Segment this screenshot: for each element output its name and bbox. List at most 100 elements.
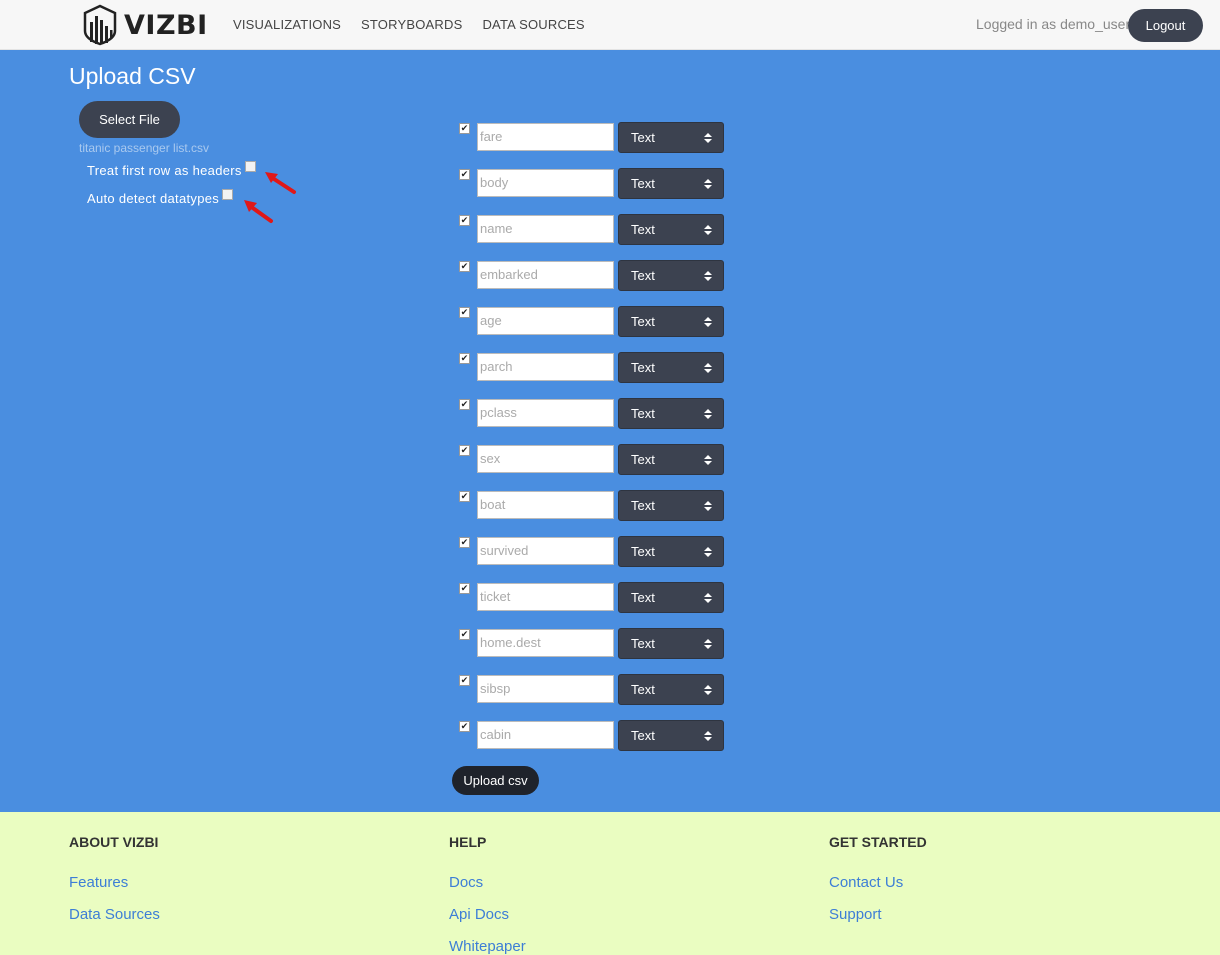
- nav-visualizations[interactable]: VISUALIZATIONS: [233, 17, 341, 32]
- column-include-checkbox[interactable]: ✔: [459, 583, 470, 594]
- column-include-checkbox[interactable]: ✔: [459, 629, 470, 640]
- select-arrows-icon: [704, 593, 712, 603]
- column-type-select[interactable]: Text: [618, 306, 724, 337]
- column-type-select[interactable]: Text: [618, 260, 724, 291]
- footer-get-started: GET STARTED Contact Us Support: [829, 834, 927, 923]
- column-type-value: Text: [631, 130, 655, 145]
- footer-link-whitepaper[interactable]: Whitepaper: [449, 938, 526, 955]
- option-label: Auto detect datatypes: [87, 191, 220, 206]
- column-type-select[interactable]: Text: [618, 490, 724, 521]
- column-type-select[interactable]: Text: [618, 398, 724, 429]
- column-name-field[interactable]: home.dest: [477, 629, 614, 657]
- column-type-select[interactable]: Text: [618, 168, 724, 199]
- upload-csv-button[interactable]: Upload csv: [452, 766, 539, 795]
- logout-button[interactable]: Logout: [1128, 9, 1203, 42]
- column-type-select[interactable]: Text: [618, 582, 724, 613]
- column-include-checkbox[interactable]: ✔: [459, 169, 470, 180]
- footer-heading: ABOUT VIZBI: [69, 834, 159, 850]
- select-arrows-icon: [704, 133, 712, 143]
- column-name-field[interactable]: parch: [477, 353, 614, 381]
- column-type-value: Text: [631, 636, 655, 651]
- select-arrows-icon: [704, 317, 712, 327]
- column-type-value: Text: [631, 590, 655, 605]
- selected-file-name: titanic passenger list.csv: [79, 141, 210, 155]
- page-title: Upload CSV: [69, 63, 196, 89]
- column-include-checkbox[interactable]: ✔: [459, 445, 470, 456]
- select-arrows-icon: [704, 225, 712, 235]
- column-type-select[interactable]: Text: [618, 214, 724, 245]
- column-name-field[interactable]: body: [477, 169, 614, 197]
- option-auto-detect: Auto detect datatypes: [87, 189, 234, 206]
- column-type-value: Text: [631, 498, 655, 513]
- footer-help: HELP Docs Api Docs Whitepaper: [449, 834, 526, 955]
- auto-detect-checkbox[interactable]: [222, 189, 234, 200]
- column-include-checkbox[interactable]: ✔: [459, 353, 470, 364]
- column-include-checkbox[interactable]: ✔: [459, 675, 470, 686]
- column-type-value: Text: [631, 682, 655, 697]
- column-name-field[interactable]: fare: [477, 123, 614, 151]
- select-arrows-icon: [704, 685, 712, 695]
- column-include-checkbox[interactable]: ✔: [459, 307, 470, 318]
- column-name-field[interactable]: sibsp: [477, 675, 614, 703]
- column-name-field[interactable]: pclass: [477, 399, 614, 427]
- footer-link-contact-us[interactable]: Contact Us: [829, 874, 903, 891]
- column-name-field[interactable]: age: [477, 307, 614, 335]
- column-name-field[interactable]: name: [477, 215, 614, 243]
- column-name-field[interactable]: survived: [477, 537, 614, 565]
- column-include-checkbox[interactable]: ✔: [459, 123, 470, 134]
- column-type-value: Text: [631, 452, 655, 467]
- headers-checkbox[interactable]: [244, 161, 256, 172]
- column-include-checkbox[interactable]: ✔: [459, 491, 470, 502]
- logged-in-text: Logged in as demo_user: [976, 16, 1131, 32]
- footer-heading: GET STARTED: [829, 834, 927, 850]
- column-type-value: Text: [631, 406, 655, 421]
- column-type-select[interactable]: Text: [618, 628, 724, 659]
- option-label: Treat first row as headers: [87, 163, 242, 178]
- red-arrow-icon: [244, 200, 273, 223]
- column-type-value: Text: [631, 360, 655, 375]
- brand-name: VIZBI: [124, 9, 208, 41]
- footer-link-api-docs[interactable]: Api Docs: [449, 906, 509, 923]
- footer-link-data-sources[interactable]: Data Sources: [69, 906, 160, 923]
- column-type-select[interactable]: Text: [618, 352, 724, 383]
- select-arrows-icon: [704, 455, 712, 465]
- select-arrows-icon: [704, 731, 712, 741]
- column-type-value: Text: [631, 314, 655, 329]
- column-type-value: Text: [631, 176, 655, 191]
- red-arrow-icon: [265, 172, 296, 194]
- column-include-checkbox[interactable]: ✔: [459, 261, 470, 272]
- column-include-checkbox[interactable]: ✔: [459, 721, 470, 732]
- column-type-select[interactable]: Text: [618, 536, 724, 567]
- select-arrows-icon: [704, 639, 712, 649]
- column-type-value: Text: [631, 544, 655, 559]
- select-arrows-icon: [704, 179, 712, 189]
- main-nav: VISUALIZATIONS STORYBOARDS DATA SOURCES: [233, 17, 585, 32]
- option-first-row-headers: Treat first row as headers: [87, 161, 256, 178]
- footer-link-support[interactable]: Support: [829, 906, 882, 923]
- column-include-checkbox[interactable]: ✔: [459, 537, 470, 548]
- column-type-select[interactable]: Text: [618, 444, 724, 475]
- column-name-field[interactable]: embarked: [477, 261, 614, 289]
- column-name-field[interactable]: ticket: [477, 583, 614, 611]
- column-type-select[interactable]: Text: [618, 674, 724, 705]
- column-type-value: Text: [631, 268, 655, 283]
- vizbi-logo-icon: [83, 4, 117, 46]
- nav-data-sources[interactable]: DATA SOURCES: [482, 17, 584, 32]
- column-include-checkbox[interactable]: ✔: [459, 215, 470, 226]
- footer-about: ABOUT VIZBI Features Data Sources: [69, 834, 160, 923]
- select-arrows-icon: [704, 271, 712, 281]
- select-file-button[interactable]: Select File: [79, 101, 180, 138]
- column-include-checkbox[interactable]: ✔: [459, 399, 470, 410]
- footer-heading: HELP: [449, 834, 487, 850]
- column-name-field[interactable]: cabin: [477, 721, 614, 749]
- footer-link-docs[interactable]: Docs: [449, 874, 483, 891]
- footer-link-features[interactable]: Features: [69, 874, 128, 891]
- nav-storyboards[interactable]: STORYBOARDS: [361, 17, 462, 32]
- column-type-select[interactable]: Text: [618, 122, 724, 153]
- footer: ABOUT VIZBI Features Data Sources HELP D…: [0, 812, 1220, 955]
- column-type-select[interactable]: Text: [618, 720, 724, 751]
- select-arrows-icon: [704, 409, 712, 419]
- column-name-field[interactable]: boat: [477, 491, 614, 519]
- brand-logo[interactable]: VIZBI: [82, 4, 208, 46]
- column-name-field[interactable]: sex: [477, 445, 614, 473]
